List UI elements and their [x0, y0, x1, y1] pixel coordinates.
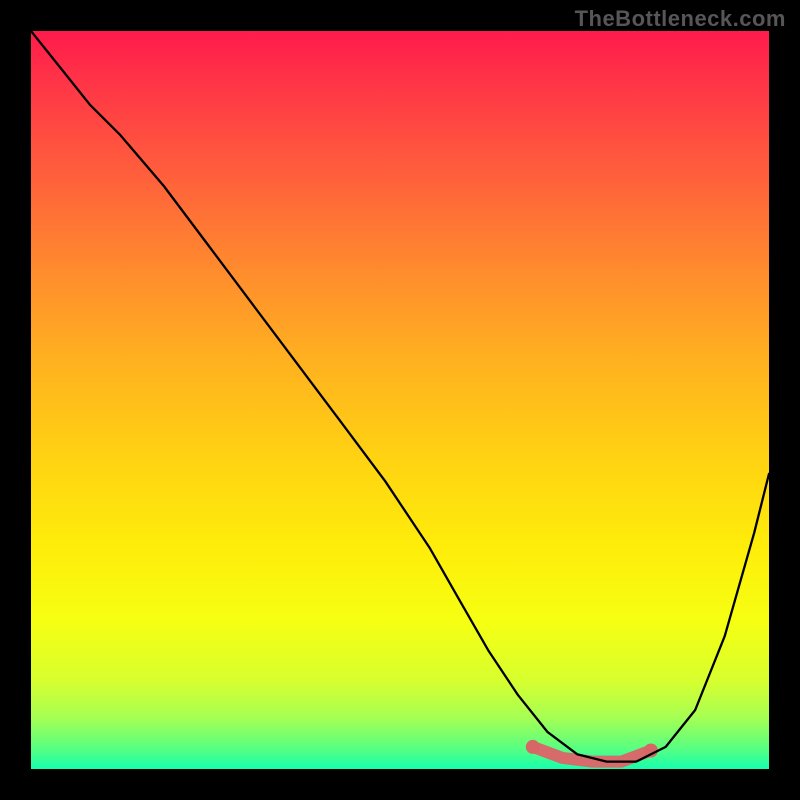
plot-area: [31, 31, 769, 769]
chart-frame: TheBottleneck.com: [0, 0, 800, 800]
watermark-label: TheBottleneck.com: [575, 6, 786, 32]
optimal-range-start-dot: [526, 740, 540, 754]
bottleneck-curve-path: [31, 31, 769, 762]
optimal-range-highlight: [533, 747, 651, 762]
curve-layer: [31, 31, 769, 769]
